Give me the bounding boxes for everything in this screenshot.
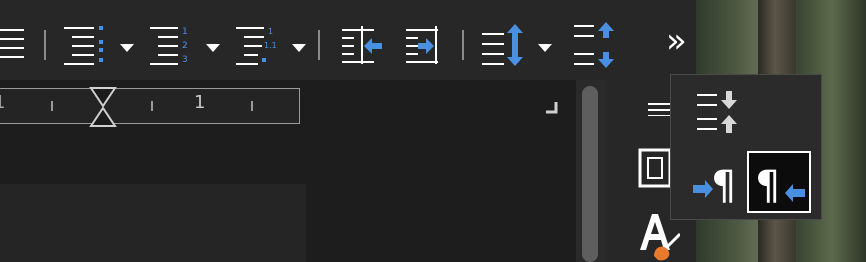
- scrollbar-thumb[interactable]: [582, 86, 598, 262]
- left-to-right-icon: ¶: [693, 163, 736, 209]
- numbered-list-dropdown[interactable]: [206, 44, 220, 52]
- page-layout-icon[interactable]: [638, 148, 672, 188]
- bullet-list-icon: [64, 26, 103, 65]
- increase-indent-button[interactable]: [404, 26, 450, 64]
- paragraph-spacing-button[interactable]: [572, 22, 616, 68]
- outline-list-button[interactable]: 1 1.1: [234, 24, 280, 66]
- horizontal-ruler[interactable]: [0, 88, 300, 124]
- indent-marker[interactable]: [88, 86, 118, 128]
- ruler-label: 1: [194, 92, 206, 113]
- ruler-label: 1: [0, 92, 5, 113]
- right-to-left-icon: ¶: [755, 163, 805, 209]
- outline-list-dropdown[interactable]: [292, 44, 306, 52]
- line-spacing-button[interactable]: [480, 24, 526, 66]
- decrease-indent-icon: [342, 26, 382, 64]
- sidebar-menu-icon[interactable]: [648, 102, 672, 116]
- svg-text:1: 1: [268, 27, 273, 36]
- toolbar-overflow-button[interactable]: »: [666, 24, 687, 58]
- svg-text:2: 2: [182, 41, 188, 51]
- overflow-popup: ¶ ¶: [670, 74, 822, 220]
- ruler-ticks: [51, 101, 253, 111]
- decrease-indent-button[interactable]: [340, 26, 384, 64]
- bullet-list-dropdown[interactable]: [120, 44, 134, 52]
- svg-text:1: 1: [182, 27, 188, 37]
- toolbar-separator: [318, 30, 320, 60]
- bullet-list-button[interactable]: [62, 24, 108, 66]
- paragraph-spacing-icon: [574, 22, 614, 68]
- numbered-list-button[interactable]: 1 2 3: [148, 24, 194, 66]
- ruler-corner-marker: [546, 102, 558, 114]
- svg-text:¶: ¶: [711, 163, 736, 205]
- popup-rtl-button[interactable]: ¶: [747, 151, 811, 213]
- line-spacing-icon: [482, 24, 523, 66]
- outline-list-icon: 11.1: [236, 27, 277, 65]
- svg-text:¶: ¶: [755, 163, 780, 209]
- align-justify-icon: [0, 29, 24, 58]
- svg-text:1.1: 1.1: [264, 41, 277, 50]
- numbered-list-icon: 1 2 3: [150, 27, 188, 65]
- increase-indent-icon: [406, 26, 438, 64]
- svg-text:3: 3: [182, 55, 188, 65]
- align-justify-button[interactable]: [0, 26, 24, 62]
- popup-paragraph-spacing-button[interactable]: [695, 89, 739, 139]
- document-page[interactable]: [0, 184, 306, 262]
- toolbar-separator: [44, 30, 46, 60]
- toolbar-separator: [462, 30, 464, 60]
- line-spacing-dropdown[interactable]: [538, 44, 552, 52]
- paragraph-spacing-icon: [697, 91, 737, 133]
- popup-ltr-button[interactable]: ¶: [691, 161, 741, 209]
